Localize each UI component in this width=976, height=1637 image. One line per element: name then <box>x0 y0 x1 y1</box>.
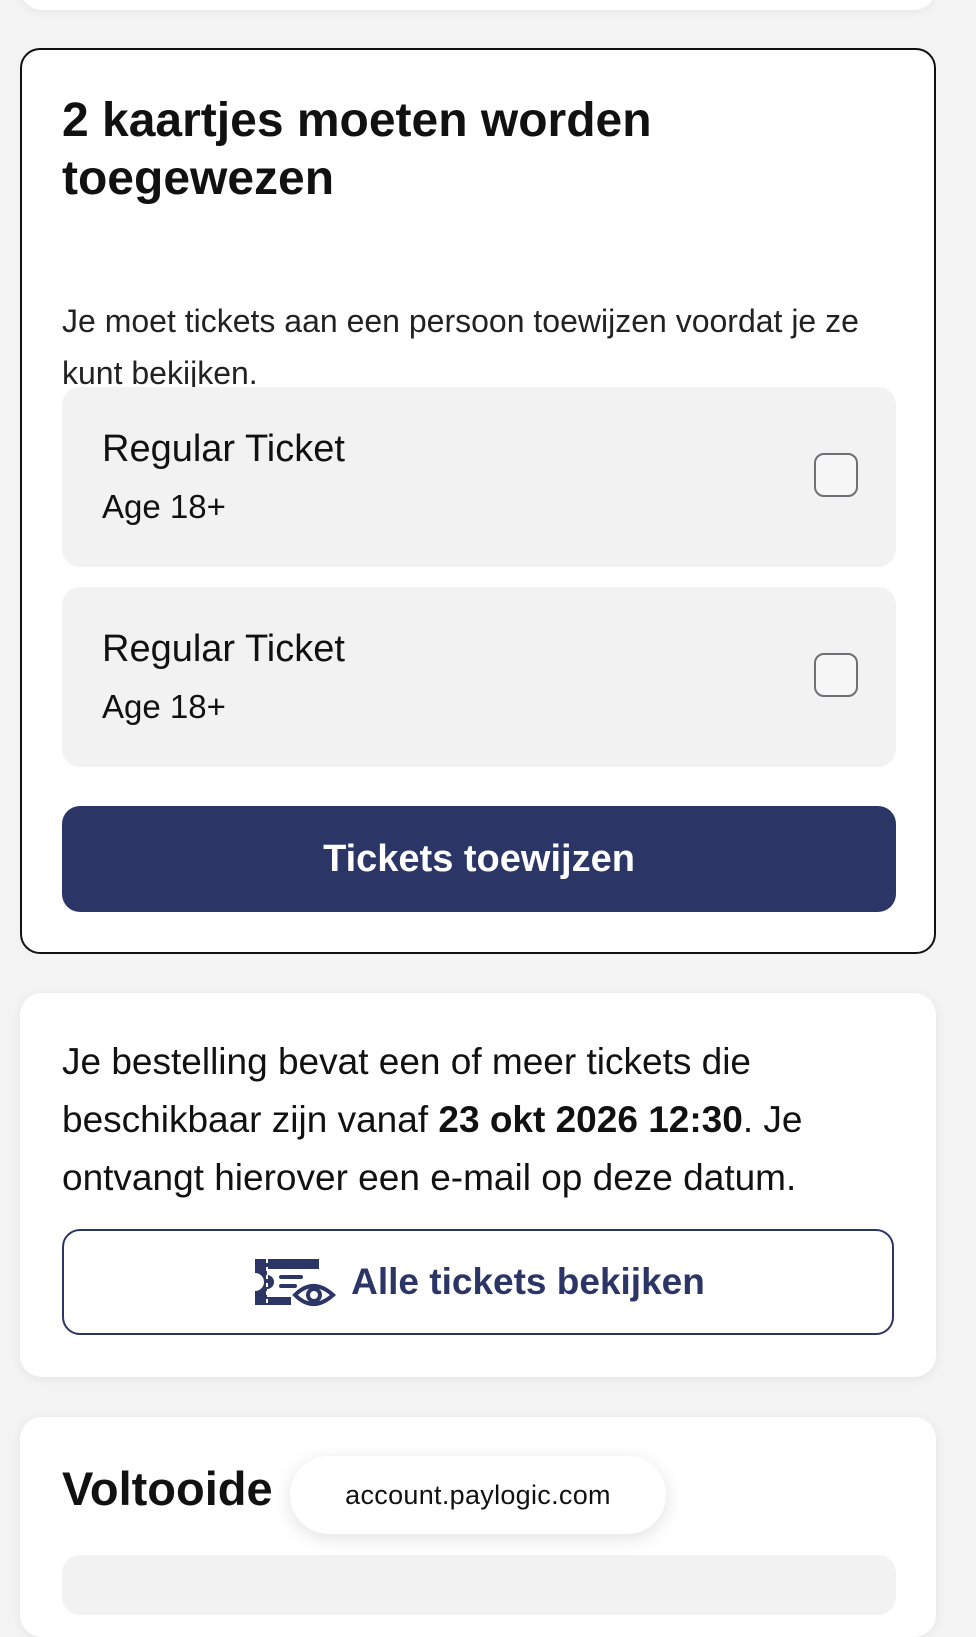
assign-card-title: 2 kaartjes moeten worden toegewezen <box>62 94 652 205</box>
ticket-row[interactable]: Regular Ticket Age 18+ <box>62 587 896 767</box>
assign-tickets-card: 2 kaartjes moeten worden toegewezen Je m… <box>20 48 936 954</box>
ticket-age: Age 18+ <box>102 488 226 525</box>
browser-url-bar[interactable]: account.paylogic.com <box>290 1456 666 1534</box>
assign-tickets-button[interactable]: Tickets toewijzen <box>62 806 896 912</box>
completed-ticket-row[interactable] <box>62 1555 896 1615</box>
completed-card-title: Voltooide <box>62 1462 273 1515</box>
view-all-tickets-label: Alle tickets bekijken <box>351 1261 705 1302</box>
ticket-age: Age 18+ <box>102 688 226 725</box>
available-date: 23 okt 2026 12:30 <box>438 1099 743 1140</box>
ticket-row[interactable]: Regular Ticket Age 18+ <box>62 387 896 567</box>
availability-info-text: Je bestelling bevat een of meer tickets … <box>62 1033 902 1207</box>
assign-card-description: Je moet tickets aan een persoon toewijze… <box>62 303 859 391</box>
ticket-checkbox[interactable] <box>814 453 858 497</box>
ticket-name: Regular Ticket <box>102 628 345 670</box>
browser-url: account.paylogic.com <box>345 1479 611 1510</box>
previous-card <box>20 0 936 10</box>
ticket-eye-icon <box>251 1255 337 1309</box>
ticket-name: Regular Ticket <box>102 428 345 470</box>
view-all-tickets-button[interactable]: Alle tickets bekijken <box>62 1229 894 1335</box>
ticket-checkbox[interactable] <box>814 653 858 697</box>
availability-info-card: Je bestelling bevat een of meer tickets … <box>20 993 936 1377</box>
